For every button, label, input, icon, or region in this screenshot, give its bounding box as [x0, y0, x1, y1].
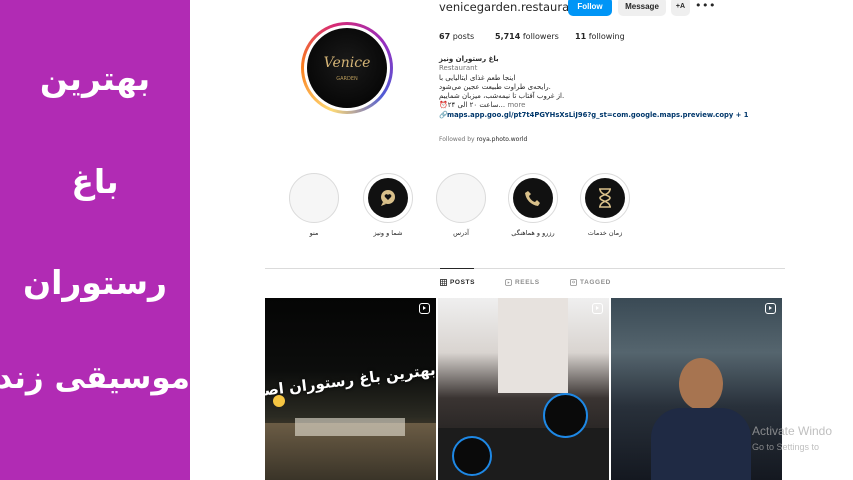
dj-shirt: [498, 298, 568, 393]
highlight-label: رزرو و هماهنگی: [511, 229, 555, 237]
banner-line-2: باغ: [71, 162, 119, 201]
clock-icon: ⏰: [439, 101, 448, 110]
tab-tagged-label: TAGGED: [580, 279, 611, 286]
followers-count: 5,714: [495, 32, 521, 41]
person-suit: [651, 408, 751, 480]
followers-stat[interactable]: 5,714 followers: [495, 32, 559, 41]
following-stat[interactable]: 11 following: [575, 32, 625, 41]
highlight-label: زمان خدمات: [587, 229, 623, 237]
highlight-circle: [289, 173, 339, 223]
person-face: [679, 358, 723, 410]
bio-more-link[interactable]: more: [507, 101, 525, 109]
restaurant-logo: Venice GARDEN: [307, 28, 387, 108]
profile-username: venicegarden.restaurant: [439, 0, 581, 14]
tagged-icon: [570, 279, 577, 286]
bio-line-2: .رایحه‌ی طراوت طبیعت عجین می‌شود: [439, 82, 551, 91]
tab-posts-label: POSTS: [450, 279, 476, 286]
post-thumbnail-1[interactable]: بهترین باغ رستوران اصفهان: [265, 298, 436, 480]
suggest-user-button[interactable]: +A: [671, 0, 690, 16]
highlight-reservation[interactable]: رزرو و هماهنگی: [507, 173, 559, 237]
banner-line-1: بهترین: [39, 59, 151, 98]
reels-icon: [505, 279, 512, 286]
more-dots-icon[interactable]: •••: [695, 0, 716, 12]
bio-line-4: ساعت ۲۰ الی ۲۴...: [447, 101, 506, 110]
highlight-circle: [580, 173, 630, 223]
logo-subtext: GARDEN: [336, 76, 358, 82]
windows-activation-subtitle: Go to Settings to: [752, 442, 820, 452]
highlight-address[interactable]: آدرس: [435, 173, 487, 237]
link-icon: 🔗: [439, 110, 448, 119]
heart-chat-icon: [368, 178, 408, 218]
active-tab-indicator: [440, 268, 474, 269]
bio-line-4-row: ⏰ساعت ۲۰ الی ۲۴... more: [439, 101, 779, 110]
followers-label: followers: [522, 32, 559, 41]
highlight-label: آدرس: [453, 229, 469, 237]
tab-reels[interactable]: REELS: [505, 279, 540, 286]
tab-posts[interactable]: POSTS: [440, 279, 475, 286]
highlight-circle: [508, 173, 558, 223]
followed-by-label: Followed by: [439, 136, 475, 143]
highlight-label: شما و ونیز: [373, 229, 403, 237]
jog-wheel-left: [452, 436, 492, 476]
banner-line-4: موسیقی زنده: [0, 360, 190, 396]
highlight-you-and-venice[interactable]: شما و ونیز: [362, 173, 414, 237]
profile-avatar[interactable]: Venice GARDEN: [301, 22, 393, 114]
tent-roof: [295, 418, 405, 436]
posts-count: 67: [439, 32, 451, 41]
post-thumbnail-2[interactable]: [438, 298, 609, 480]
followed-by: Followed by roya.photo.world: [439, 136, 527, 143]
highlight-circle: [436, 173, 486, 223]
following-count: 11: [575, 32, 587, 41]
reel-icon: [419, 303, 430, 314]
phone-icon: [513, 178, 553, 218]
reel-icon: [765, 303, 776, 314]
tab-reels-label: REELS: [515, 279, 540, 286]
instagram-profile: Venice GARDEN venicegarden.restaurant Fo…: [190, 0, 853, 480]
posts-label: posts: [452, 32, 475, 41]
message-button[interactable]: Message: [618, 0, 666, 16]
bio-link[interactable]: maps.app.goo.gl/pt7t4PGYHsXsLiJ96?g_st=c…: [447, 111, 748, 119]
posts-stat: 67 posts: [439, 32, 474, 41]
bio-line-1: اینجا طعم غذای ایتالیایی با: [439, 73, 516, 82]
following-label: following: [588, 32, 625, 41]
follow-button[interactable]: Follow: [568, 0, 612, 16]
windows-activation-title: Activate Windo: [752, 424, 833, 438]
highlight-label: منو: [309, 229, 319, 237]
highlight-circle: [363, 173, 413, 223]
logo-text: Venice: [323, 55, 371, 71]
post-caption: بهترین باغ رستوران اصفهان: [265, 360, 436, 405]
profile-bio: باغ رستوران ونیز Restaurant اینجا طعم غذ…: [439, 55, 779, 120]
promo-banner: بهترین باغ رستوران موسیقی زنده: [0, 0, 190, 480]
avatar-border: Venice GARDEN: [304, 25, 390, 111]
bio-name: باغ رستوران ونیز: [439, 55, 499, 63]
tabs-divider: [265, 268, 785, 269]
highlight-menu[interactable]: منو: [288, 173, 340, 237]
post-thumbnail-3[interactable]: [611, 298, 782, 480]
reel-icon: [592, 303, 603, 314]
highlight-service-hours[interactable]: زمان خدمات: [579, 173, 631, 237]
smile-emoji-icon: [273, 395, 285, 407]
grid-icon: [440, 279, 447, 286]
bio-category: Restaurant: [439, 64, 478, 73]
bio-link-row[interactable]: 🔗maps.app.goo.gl/pt7t4PGYHsXsLiJ96?g_st=…: [439, 111, 779, 120]
tab-tagged[interactable]: TAGGED: [570, 279, 611, 286]
banner-line-3: رستوران: [22, 263, 168, 302]
jog-wheel-right: [543, 393, 588, 438]
followed-by-user[interactable]: roya.photo.world: [477, 136, 528, 143]
hourglass-icon: [585, 178, 625, 218]
